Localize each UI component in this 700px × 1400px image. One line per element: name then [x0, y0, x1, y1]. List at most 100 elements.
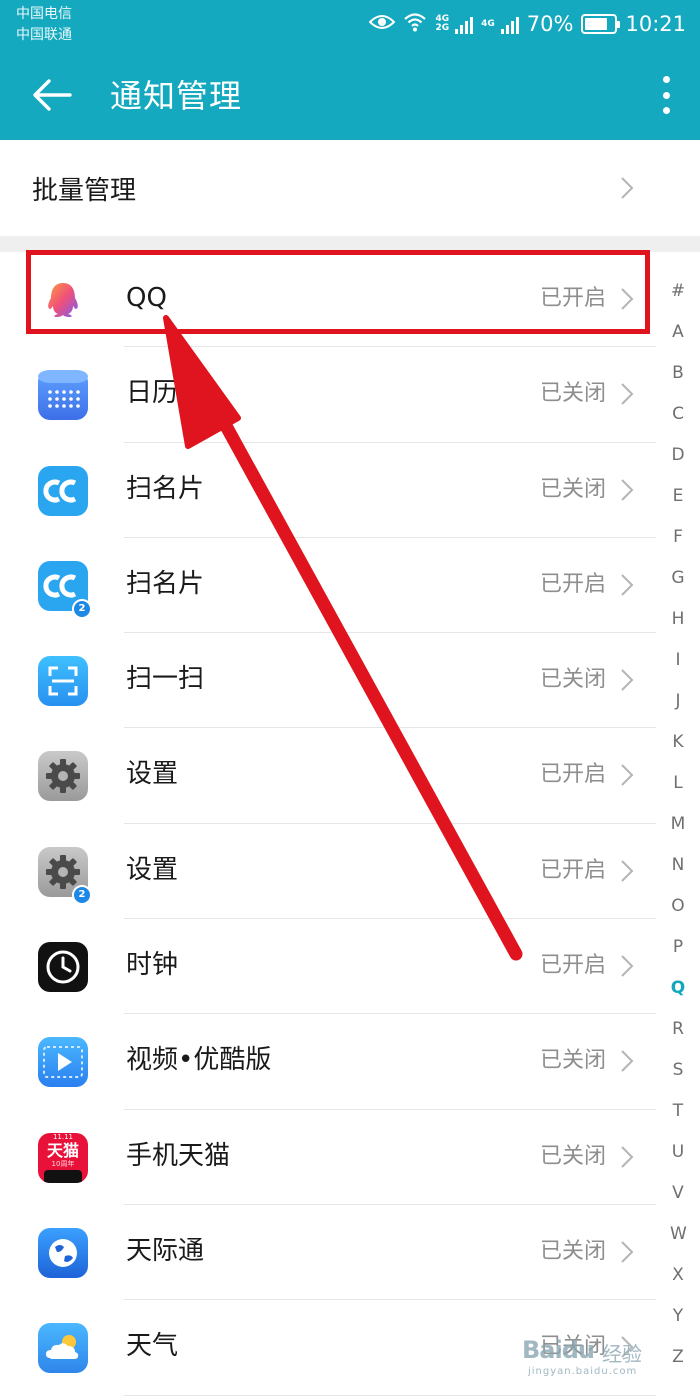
eye-comfort-icon [369, 12, 396, 36]
alphabet-index-letter[interactable]: S [670, 1060, 686, 1101]
alphabet-index-letter[interactable]: K [670, 732, 686, 773]
app-row-settings-twin[interactable]: 2 设置 已开启 [0, 824, 656, 920]
alphabet-index-letter[interactable]: E [670, 486, 686, 527]
arrow-left-icon [33, 79, 72, 111]
app-row-card-scanner-twin[interactable]: 2 扫名片 已开启 [0, 538, 656, 634]
twin-app-badge-icon: 2 [72, 598, 92, 619]
watermark-logo: Baidu 经验 jingyan.baidu.com [522, 1336, 642, 1377]
alphabet-index-letter[interactable]: M [670, 814, 686, 855]
app-row-video[interactable]: 视频•优酷版 已关闭 [0, 1014, 656, 1110]
more-vert-icon [662, 76, 670, 83]
alphabet-index-letter[interactable]: H [670, 609, 686, 650]
notification-status: 已开启 [539, 857, 606, 883]
carrier-2: 中国联通 [16, 27, 72, 43]
chevron-right-icon [621, 1050, 634, 1073]
alphabet-index-letter[interactable]: A [670, 322, 686, 363]
alphabet-index-letter[interactable]: # [670, 281, 686, 322]
tmall-icon: 11.11 天猫 10周年 [38, 1132, 88, 1183]
notification-status: 已开启 [539, 953, 606, 979]
alphabet-index-letter[interactable]: R [670, 1019, 686, 1060]
highlight-box-annotation [26, 250, 650, 334]
app-name: 扫一扫 [126, 664, 205, 695]
batch-manage-row[interactable]: 批量管理 [0, 140, 700, 236]
alphabet-index-letter[interactable]: T [670, 1101, 686, 1142]
alphabet-index-letter[interactable]: I [670, 650, 686, 691]
app-name: 日历 [126, 378, 179, 409]
chevron-right-icon [621, 383, 634, 406]
alphabet-index-letter[interactable]: Y [670, 1306, 686, 1347]
clock-time: 10:21 [625, 12, 686, 36]
row-divider [124, 1394, 656, 1396]
chevron-right-icon [621, 764, 634, 787]
notification-status: 已关闭 [539, 476, 606, 502]
alphabet-index-letter[interactable]: Q [670, 978, 686, 1019]
network-type-1: 4G 2G [435, 14, 450, 33]
alphabet-index-letter[interactable]: O [670, 896, 686, 937]
app-name: 设置 [126, 854, 179, 885]
alphabet-index-letter[interactable]: D [670, 445, 686, 486]
notification-status: 已开启 [539, 571, 606, 597]
app-row-tmall[interactable]: 11.11 天猫 10周年 手机天猫 已关闭 [0, 1110, 656, 1205]
settings-gear-icon [38, 751, 88, 802]
alphabet-index-letter[interactable]: J [670, 691, 686, 732]
carrier-1: 中国电信 [16, 6, 72, 22]
video-play-icon [38, 1037, 88, 1088]
network-type-2: 4G [481, 18, 495, 29]
app-list: QQ 已开启 日历 已关闭 扫名片 已关闭 2 扫名片 已开启 扫一扫 已关闭 … [0, 252, 656, 1396]
weather-icon [38, 1323, 88, 1374]
app-name: 视频•优酷版 [126, 1045, 272, 1076]
chevron-right-icon [621, 1241, 634, 1263]
chevron-right-icon [621, 574, 634, 596]
chevron-right-icon [621, 669, 634, 691]
app-row-calendar[interactable]: 日历 已关闭 [0, 347, 656, 443]
notification-status: 已关闭 [539, 1238, 606, 1264]
alphabet-index-letter[interactable]: U [670, 1142, 686, 1183]
app-name: 手机天猫 [126, 1140, 231, 1171]
battery-level: 70% [526, 12, 574, 36]
alphabet-index-letter[interactable]: Z [670, 1347, 686, 1388]
app-row-settings[interactable]: 设置 已开启 [0, 728, 656, 824]
app-name: 设置 [126, 759, 179, 790]
app-name: 天际通 [126, 1235, 205, 1266]
notification-status: 已关闭 [539, 1143, 606, 1169]
app-name: 天气 [126, 1331, 179, 1362]
signal-1-icon [455, 14, 474, 34]
twin-app-badge-icon: 2 [72, 884, 92, 905]
alphabet-index-letter[interactable]: B [670, 363, 686, 404]
app-header: 中国电信 中国联通 4G 2G 4G 70% 10:21 通知管理 [0, 0, 700, 140]
notification-status: 已关闭 [539, 667, 606, 693]
alphabet-index-letter[interactable]: F [670, 527, 686, 568]
scan-icon [38, 656, 88, 707]
app-row-scan[interactable]: 扫一扫 已关闭 [0, 633, 656, 729]
wifi-icon [403, 12, 427, 37]
app-name: 时钟 [126, 950, 179, 981]
page-title: 通知管理 [110, 77, 243, 115]
alphabet-index-letter[interactable]: G [670, 568, 686, 609]
app-row-skylink[interactable]: 天际通 已关闭 [0, 1205, 656, 1301]
signal-2-icon [500, 14, 519, 34]
calendar-icon [38, 370, 88, 421]
alphabet-index-letter[interactable]: C [670, 404, 686, 445]
notification-status: 已关闭 [539, 381, 606, 407]
clock-icon [38, 942, 88, 993]
app-name: 扫名片 [126, 568, 205, 599]
chevron-right-icon [621, 860, 634, 882]
batch-manage-label: 批量管理 [32, 175, 137, 206]
alphabet-index-letter[interactable]: L [670, 773, 686, 814]
carrier-names: 中国电信 中国联通 [16, 4, 72, 46]
app-row-card-scanner[interactable]: 扫名片 已关闭 [0, 443, 656, 538]
alphabet-index-letter[interactable]: X [670, 1265, 686, 1306]
app-row-clock[interactable]: 时钟 已开启 [0, 919, 656, 1015]
alphabet-index-letter[interactable]: V [670, 1183, 686, 1224]
alphabet-index-letter[interactable]: N [670, 855, 686, 896]
globe-icon [38, 1227, 88, 1278]
more-options-button[interactable] [656, 72, 676, 118]
notification-status: 已开启 [539, 762, 606, 788]
chevron-right-icon [621, 478, 634, 501]
notification-status: 已关闭 [539, 1048, 606, 1074]
alphabet-index-letter[interactable]: W [670, 1224, 687, 1265]
chevron-right-icon [621, 955, 634, 977]
alphabet-index-letter[interactable]: P [670, 937, 686, 978]
alphabet-index[interactable]: # A B C D E F G H I J K L M N O P Q R S T U V W X Y Z [670, 281, 687, 1388]
back-button[interactable] [24, 66, 80, 124]
